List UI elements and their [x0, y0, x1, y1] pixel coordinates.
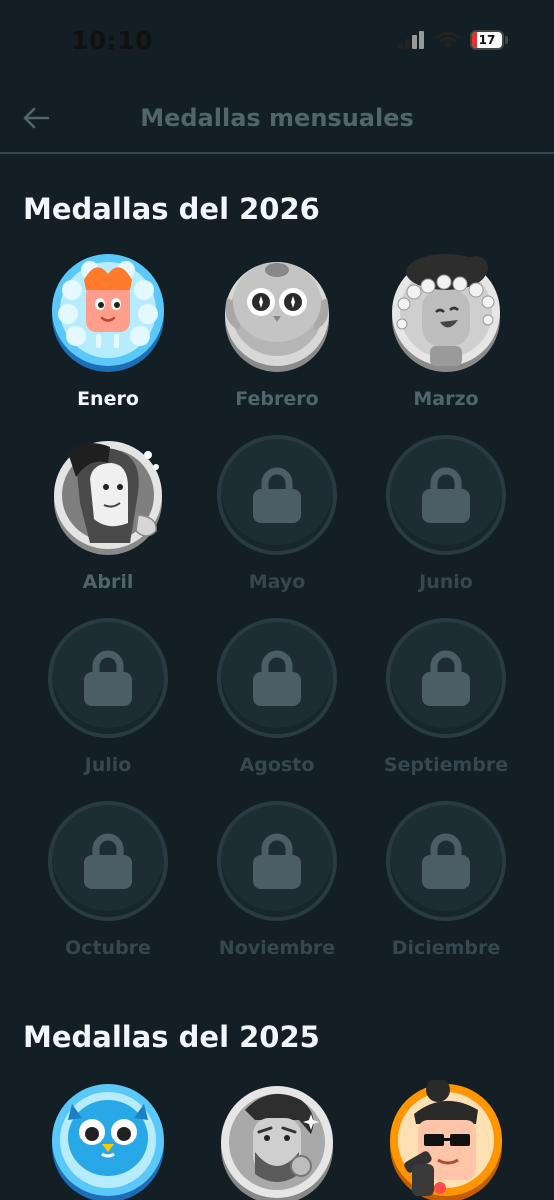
medal-label: Abril — [82, 571, 134, 593]
lock-icon — [253, 650, 301, 706]
status-time: 10:10 — [71, 26, 154, 55]
medal-label: Julio — [84, 754, 132, 776]
medal-2025-1[interactable] — [28, 1080, 188, 1200]
blue-owl-medal-icon — [46, 1080, 170, 1200]
medal-junio[interactable]: Junio — [366, 433, 526, 593]
medal-label: Enero — [77, 388, 139, 410]
locked-medal-badge — [217, 435, 337, 555]
signal-icon — [398, 31, 424, 49]
section-title-2026: Medallas del 2026 — [23, 192, 320, 226]
medal-mayo[interactable]: Mayo — [197, 433, 357, 593]
lock-icon — [422, 467, 470, 523]
lock-icon — [422, 833, 470, 889]
locked-medal-badge — [386, 801, 506, 921]
battery-level: 17 — [478, 33, 496, 47]
medal-febrero[interactable]: Febrero — [197, 250, 357, 410]
medal-label: Febrero — [235, 388, 319, 410]
flower-crown-medal-icon — [384, 250, 508, 374]
locked-medal-badge — [48, 801, 168, 921]
medal-label: Agosto — [239, 754, 315, 776]
medal-label: Junio — [419, 571, 473, 593]
medal-2025-3[interactable] — [366, 1078, 526, 1200]
medal-octubre[interactable]: Octubre — [28, 799, 188, 959]
locked-medal-badge — [386, 435, 506, 555]
locked-medal-badge — [217, 801, 337, 921]
medal-enero[interactable]: Enero — [28, 250, 188, 410]
locked-medal-badge — [48, 618, 168, 738]
medal-label: Mayo — [248, 571, 306, 593]
medal-abril[interactable]: Abril — [28, 433, 188, 593]
locked-medal-badge — [217, 618, 337, 738]
medal-2025-2[interactable] — [197, 1080, 357, 1200]
app-header: Medallas mensuales — [0, 84, 554, 154]
lock-icon — [422, 650, 470, 706]
medal-noviembre[interactable]: Noviembre — [197, 799, 357, 959]
character-medal-icon — [46, 433, 170, 557]
lock-icon — [253, 833, 301, 889]
section-title-2025: Medallas del 2025 — [23, 1020, 320, 1054]
status-bar: 10:10 17 — [0, 0, 554, 84]
lion-medal-icon — [46, 250, 170, 374]
medal-label: Marzo — [413, 388, 479, 410]
bearded-character-medal-icon — [215, 1080, 339, 1200]
medal-label: Septiembre — [383, 754, 509, 776]
medal-label: Diciembre — [391, 937, 501, 959]
medal-diciembre[interactable]: Diciembre — [366, 799, 526, 959]
wifi-icon — [436, 31, 460, 48]
page-title: Medallas mensuales — [140, 104, 414, 132]
medal-julio[interactable]: Julio — [28, 616, 188, 776]
sunglasses-character-medal-icon — [384, 1078, 508, 1200]
lock-icon — [253, 467, 301, 523]
owl-medal-icon — [215, 250, 339, 374]
medal-label: Octubre — [65, 937, 151, 959]
medal-marzo[interactable]: Marzo — [366, 250, 526, 410]
lock-icon — [84, 650, 132, 706]
battery-indicator: 17 — [470, 30, 508, 50]
medal-agosto[interactable]: Agosto — [197, 616, 357, 776]
status-icons: 17 — [398, 30, 508, 50]
medal-septiembre[interactable]: Septiembre — [366, 616, 526, 776]
locked-medal-badge — [386, 618, 506, 738]
medal-label: Noviembre — [218, 937, 336, 959]
lock-icon — [84, 833, 132, 889]
